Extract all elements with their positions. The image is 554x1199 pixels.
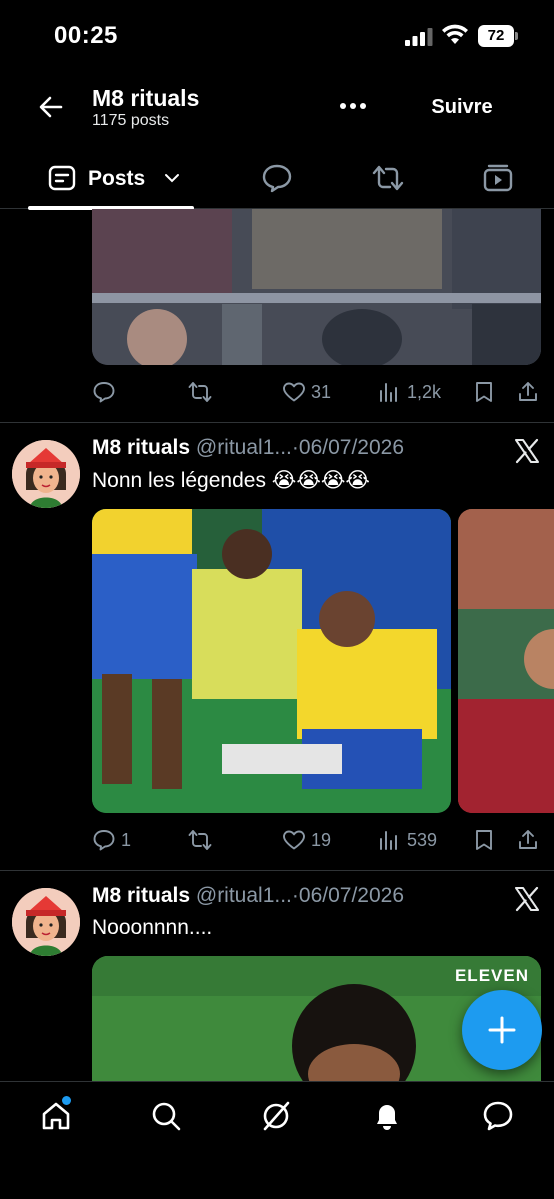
tweet-text: Nooonnnn.... [92,916,213,939]
reply-button[interactable] [92,377,116,407]
player-red-jersey-photo [458,509,554,813]
tweet-media-photo-2[interactable] [458,509,554,813]
reply-icon [93,382,115,403]
battery-level: 72 [478,25,514,47]
repost-button[interactable] [188,825,212,855]
separator-dot: · [291,884,299,907]
x-logo-icon[interactable] [514,886,540,912]
avatar[interactable] [12,888,80,956]
status-bar: 00:25 72 [0,0,554,72]
profile-name: M8 rituals [92,85,200,111]
avatar[interactable] [12,440,80,508]
bookmark-button[interactable] [472,825,496,855]
tab-replies-icon[interactable] [261,163,293,193]
tab-media-icon[interactable] [482,163,514,193]
share-icon [519,830,537,849]
timeline-feed[interactable]: 31 1,2k M8 rituals @ritual1...·06/07/202… [0,209,554,1081]
grok-icon[interactable] [260,1100,292,1132]
bottom-navigation [0,1081,554,1199]
views-icon [380,383,397,402]
avatar-image [12,888,80,956]
reply-icon [93,830,115,851]
repost-icon [188,830,212,850]
search-icon[interactable] [150,1100,182,1132]
reply-count: 1 [121,829,132,850]
share-button[interactable] [516,377,540,407]
tweet-header: M8 rituals @ritual1...·06/07/2026 [92,884,404,914]
tweet-actions: 31 1,2k [92,377,542,407]
back-arrow-icon[interactable] [36,92,66,122]
stadium-photo [92,209,541,365]
views-icon [380,831,397,850]
tweet-actions: 1 19 539 [92,825,542,855]
tweet-date: 06/07/2026 [298,436,405,459]
tweet-date: 06/07/2026 [298,884,405,907]
like-button[interactable]: 31 [282,377,331,407]
status-time: 00:25 [54,22,118,49]
tab-posts-label: Posts [88,167,146,190]
repost-icon [188,382,212,402]
compose-button[interactable] [462,990,542,1070]
bookmark-icon [476,382,492,402]
wifi-icon [442,24,468,44]
chevron-down-icon[interactable] [164,171,180,185]
messages-icon[interactable] [482,1100,514,1132]
repost-button[interactable] [188,377,212,407]
tweet-divider [0,422,554,423]
tweet-media-stadium[interactable] [92,209,541,365]
author-handle[interactable]: @ritual1... [196,436,292,459]
more-options-icon[interactable] [336,98,370,114]
bell-icon[interactable] [371,1100,403,1132]
like-button[interactable]: 19 [282,825,331,855]
battery-indicator: 72 [478,25,518,47]
tab-reposts-icon[interactable] [372,163,404,193]
plus-icon [488,1016,516,1044]
separator-dot: · [291,436,299,459]
profile-tabs: Posts [0,147,554,210]
tab-posts[interactable]: Posts [28,147,194,210]
reply-button[interactable]: 1 [92,825,131,855]
tweet-header: M8 rituals @ritual1...·06/07/2026 [92,436,404,466]
views-button[interactable]: 1,2k [378,377,441,407]
tweet-media-photo-1[interactable] [92,509,451,813]
view-count: 1,2k [407,381,442,402]
view-count: 539 [407,829,438,850]
author-name[interactable]: M8 rituals [92,436,190,459]
heart-icon [283,830,305,850]
author-handle[interactable]: @ritual1... [196,884,292,907]
author-name[interactable]: M8 rituals [92,884,190,907]
profile-header: M8 rituals 1175 posts Suivre [0,72,554,147]
notification-dot [62,1096,71,1105]
like-count: 31 [311,381,332,402]
tweet-divider [0,870,554,871]
like-count: 19 [311,829,332,850]
views-button[interactable]: 539 [378,825,437,855]
cellular-signal-icon [405,28,433,46]
x-logo-icon[interactable] [514,438,540,464]
football-players-photo [92,509,451,813]
bookmark-icon [476,830,492,850]
broadcaster-logo: ELEVEN [454,966,529,985]
tweet-text: Nonn les légendes 😭😭😭😭 [92,469,370,492]
post-count: 1175 posts [92,112,170,129]
avatar-image [12,440,80,508]
share-icon [519,382,537,401]
heart-icon [283,382,305,402]
share-button[interactable] [516,825,540,855]
posts-tab-icon [48,165,76,191]
bookmark-button[interactable] [472,377,496,407]
follow-button[interactable]: Suivre [402,82,522,132]
